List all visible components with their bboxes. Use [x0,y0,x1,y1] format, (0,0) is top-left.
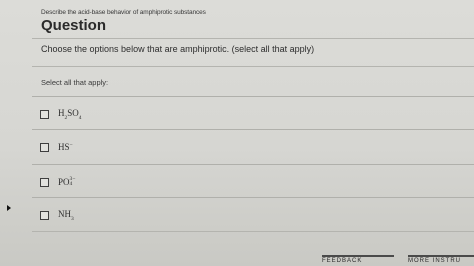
option-label: H2SO4 [58,107,82,121]
question-page: Describe the acid-base behavior of amphi… [0,0,474,266]
question-prompt: Choose the options below that are amphip… [41,44,315,54]
mouse-pointer-icon [7,205,11,211]
option-po4[interactable]: PO 3− 4 [32,164,474,199]
divider [32,66,474,67]
question-subtitle: Describe the acid-base behavior of amphi… [41,9,206,16]
option-label: HS− [58,142,73,152]
checkbox[interactable] [40,142,49,152]
page-title: Question [41,17,107,34]
divider [32,231,474,232]
divider [32,38,474,39]
feedback-button[interactable]: FEEDBACK [322,255,394,266]
option-label: PO 3− 4 [58,176,76,188]
option-nh3[interactable]: NH3 [32,197,474,232]
option-label: NH3 [58,208,74,222]
checkbox[interactable] [40,109,49,119]
more-instructions-button[interactable]: MORE INSTRU [408,255,474,266]
checkbox[interactable] [40,177,49,187]
checkbox[interactable] [40,210,49,220]
option-h2so4[interactable]: H2SO4 [32,96,474,131]
option-hs[interactable]: HS− [32,129,474,164]
select-all-label: Select all that apply: [41,78,109,87]
